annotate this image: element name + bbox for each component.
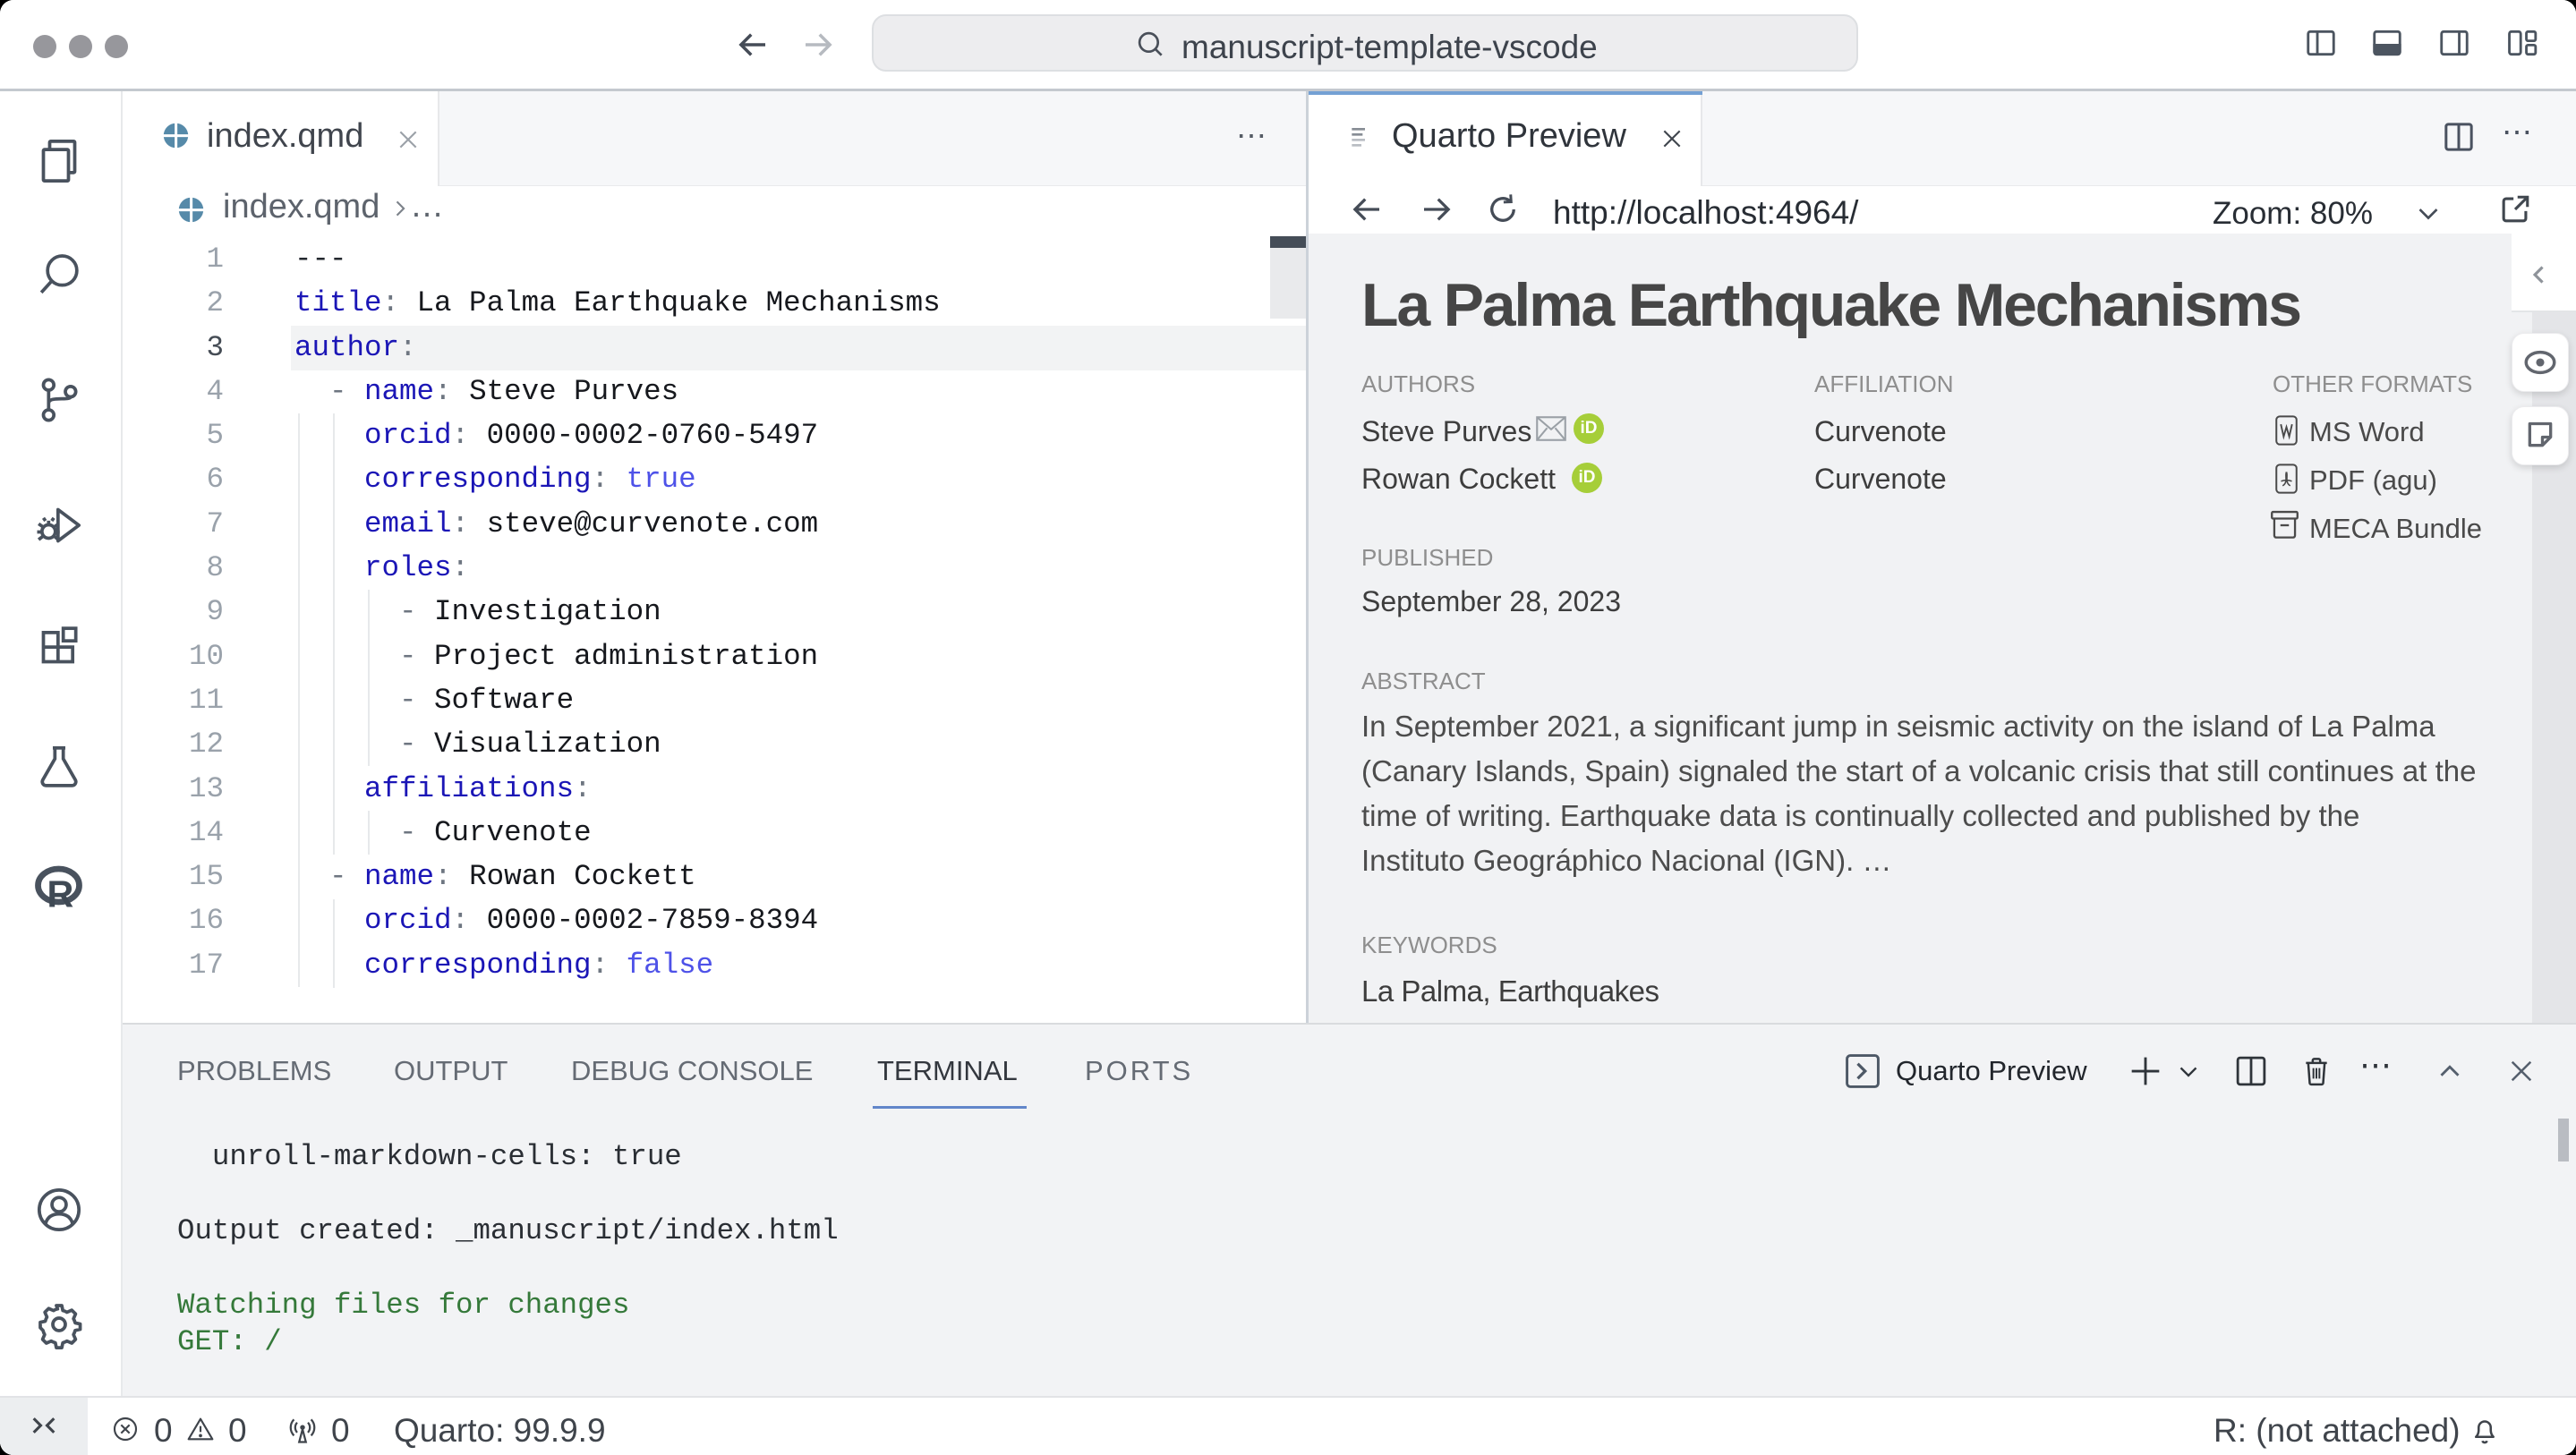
svg-text:R: R [47,874,74,915]
